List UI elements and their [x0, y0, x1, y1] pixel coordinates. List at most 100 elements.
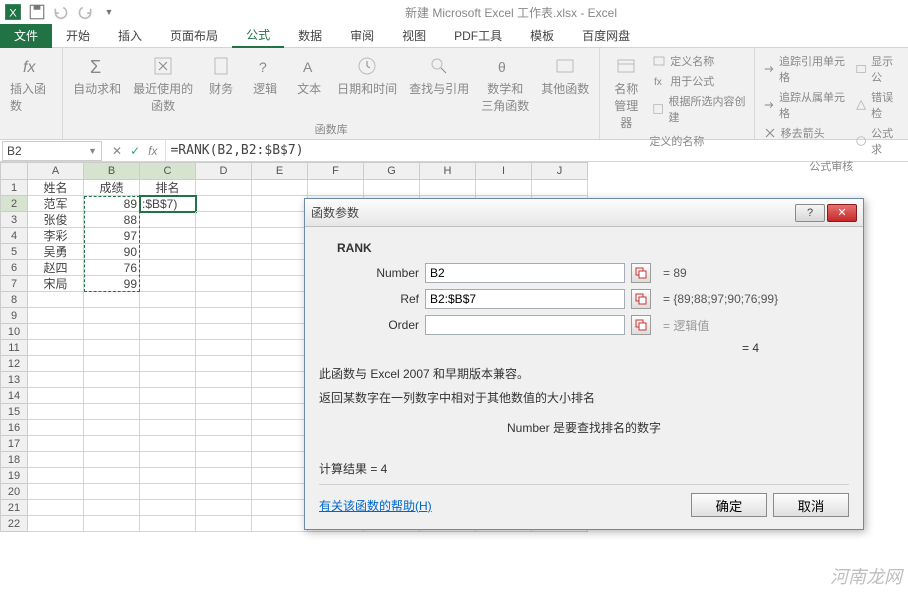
cell-E15[interactable] — [252, 404, 308, 420]
cell-C8[interactable] — [140, 292, 196, 308]
cell-C12[interactable] — [140, 356, 196, 372]
cell-D12[interactable] — [196, 356, 252, 372]
formula-input[interactable]: =RANK(B2,B2:$B$7) — [165, 140, 908, 161]
cell-D6[interactable] — [196, 260, 252, 276]
cell-C5[interactable] — [140, 244, 196, 260]
confirm-icon[interactable]: ✓ — [130, 144, 140, 158]
cell-C6[interactable] — [140, 260, 196, 276]
name-manager-button[interactable]: 名称 管理器 — [606, 52, 646, 133]
col-header-G[interactable]: G — [364, 162, 420, 180]
insert-function-button[interactable]: fx 插入函数 — [6, 52, 56, 116]
autosum-button[interactable]: Σ自动求和 — [69, 52, 125, 99]
row-header-22[interactable]: 22 — [0, 516, 28, 532]
dialog-titlebar[interactable]: 函数参数 ? ✕ — [305, 199, 863, 227]
cell-D5[interactable] — [196, 244, 252, 260]
cell-C3[interactable] — [140, 212, 196, 228]
cell-A2[interactable]: 范军 — [28, 196, 84, 212]
cell-C19[interactable] — [140, 468, 196, 484]
tab-view[interactable]: 视图 — [388, 24, 440, 48]
cell-D1[interactable] — [196, 180, 252, 196]
cell-A12[interactable] — [28, 356, 84, 372]
cell-A20[interactable] — [28, 484, 84, 500]
cell-A9[interactable] — [28, 308, 84, 324]
cell-A5[interactable]: 吴勇 — [28, 244, 84, 260]
datetime-button[interactable]: 日期和时间 — [333, 52, 401, 99]
cell-E21[interactable] — [252, 500, 308, 516]
cell-F1[interactable] — [308, 180, 364, 196]
cell-C11[interactable] — [140, 340, 196, 356]
cancel-icon[interactable]: ✕ — [112, 144, 122, 158]
cell-D17[interactable] — [196, 436, 252, 452]
trace-precedents-button[interactable]: 追踪引用单元格 — [761, 52, 849, 86]
row-header-19[interactable]: 19 — [0, 468, 28, 484]
cell-A6[interactable]: 赵四 — [28, 260, 84, 276]
col-header-H[interactable]: H — [420, 162, 476, 180]
cell-D20[interactable] — [196, 484, 252, 500]
cell-A11[interactable] — [28, 340, 84, 356]
cell-E11[interactable] — [252, 340, 308, 356]
cell-C1[interactable]: 排名 — [140, 180, 196, 196]
cell-A19[interactable] — [28, 468, 84, 484]
cell-E9[interactable] — [252, 308, 308, 324]
cell-D18[interactable] — [196, 452, 252, 468]
param-number-input[interactable] — [425, 263, 625, 283]
row-header-1[interactable]: 1 — [0, 180, 28, 196]
cell-G1[interactable] — [364, 180, 420, 196]
cell-D16[interactable] — [196, 420, 252, 436]
cell-C15[interactable] — [140, 404, 196, 420]
cell-D4[interactable] — [196, 228, 252, 244]
cell-E8[interactable] — [252, 292, 308, 308]
more-fn-button[interactable]: 其他函数 — [537, 52, 593, 99]
tab-insert[interactable]: 插入 — [104, 24, 156, 48]
cell-D13[interactable] — [196, 372, 252, 388]
cell-E6[interactable] — [252, 260, 308, 276]
cell-E12[interactable] — [252, 356, 308, 372]
row-header-6[interactable]: 6 — [0, 260, 28, 276]
cell-C14[interactable] — [140, 388, 196, 404]
cell-A1[interactable]: 姓名 — [28, 180, 84, 196]
cancel-button[interactable]: 取消 — [773, 493, 849, 517]
cell-B4[interactable]: 97 — [84, 228, 140, 244]
trace-dependents-button[interactable]: 追踪从属单元格 — [761, 88, 849, 122]
param-order-input[interactable] — [425, 315, 625, 335]
cell-E1[interactable] — [252, 180, 308, 196]
row-header-4[interactable]: 4 — [0, 228, 28, 244]
row-header-17[interactable]: 17 — [0, 436, 28, 452]
lookup-button[interactable]: 查找与引用 — [405, 52, 473, 99]
cell-B17[interactable] — [84, 436, 140, 452]
col-header-E[interactable]: E — [252, 162, 308, 180]
cell-B13[interactable] — [84, 372, 140, 388]
cell-E18[interactable] — [252, 452, 308, 468]
qat-dropdown-icon[interactable]: ▼ — [100, 3, 118, 21]
cell-E20[interactable] — [252, 484, 308, 500]
error-check-button[interactable]: 错误检 — [853, 88, 902, 122]
cell-J1[interactable] — [532, 180, 588, 196]
cell-A10[interactable] — [28, 324, 84, 340]
cell-D8[interactable] — [196, 292, 252, 308]
cell-B11[interactable] — [84, 340, 140, 356]
cell-D2[interactable] — [196, 196, 252, 212]
cell-I1[interactable] — [476, 180, 532, 196]
cell-H1[interactable] — [420, 180, 476, 196]
tab-file[interactable]: 文件 — [0, 24, 52, 48]
row-header-20[interactable]: 20 — [0, 484, 28, 500]
cell-D21[interactable] — [196, 500, 252, 516]
row-header-3[interactable]: 3 — [0, 212, 28, 228]
cell-B10[interactable] — [84, 324, 140, 340]
cell-E17[interactable] — [252, 436, 308, 452]
col-header-C[interactable]: C — [140, 162, 196, 180]
row-header-12[interactable]: 12 — [0, 356, 28, 372]
cell-D11[interactable] — [196, 340, 252, 356]
range-select-icon[interactable] — [631, 289, 651, 309]
cell-C2[interactable]: :$B$7) — [140, 196, 196, 212]
cell-C17[interactable] — [140, 436, 196, 452]
select-all-corner[interactable] — [0, 162, 28, 180]
cell-D14[interactable] — [196, 388, 252, 404]
show-formulas-button[interactable]: 显示公 — [853, 52, 902, 86]
name-box[interactable]: B2 ▼ — [2, 141, 102, 161]
create-from-selection-button[interactable]: 根据所选内容创建 — [650, 92, 747, 126]
cell-B3[interactable]: 88 — [84, 212, 140, 228]
cell-B7[interactable]: 99 — [84, 276, 140, 292]
cell-E3[interactable] — [252, 212, 308, 228]
col-header-A[interactable]: A — [28, 162, 84, 180]
